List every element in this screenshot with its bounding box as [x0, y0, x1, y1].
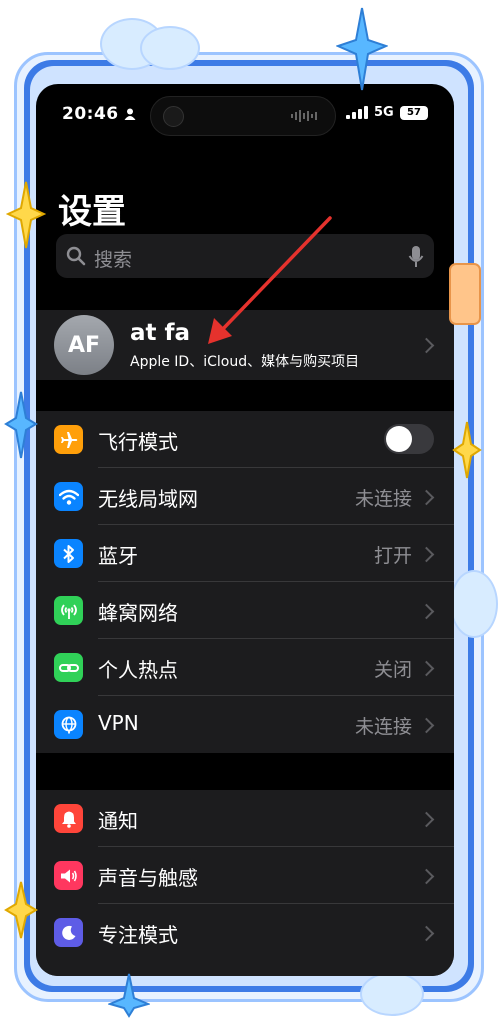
chevron-right-icon — [418, 811, 435, 828]
chevron-right-icon — [418, 660, 435, 677]
row-label: 专注模式 — [98, 923, 178, 947]
row-label: 声音与触感 — [98, 866, 198, 890]
red-annotation-arrow — [208, 216, 332, 344]
row-label: 个人热点 — [98, 658, 178, 682]
bell-icon — [54, 804, 83, 833]
row-label: 蜂窝网络 — [98, 601, 178, 625]
row-notifications[interactable]: 通知 — [36, 790, 454, 847]
airplane-mode-toggle[interactable] — [384, 424, 434, 454]
row-bluetooth[interactable]: 蓝牙 打开 — [36, 525, 454, 582]
chevron-right-icon — [418, 925, 435, 942]
chevron-right-icon — [418, 546, 435, 563]
row-sounds-haptics[interactable]: 声音与触感 — [36, 847, 454, 904]
settings-screen: 20:46 5G 57 设置 搜索 AF at fa Apple ID、iClo… — [36, 84, 454, 976]
connectivity-group: 飞行模式 无线局域网 未连接 蓝牙 打开 蜂窝网络 个人热点 关闭 VPN 未连… — [36, 411, 454, 753]
star-icon — [6, 181, 46, 249]
row-wifi[interactable]: 无线局域网 未连接 — [36, 468, 454, 525]
row-label: 蓝牙 — [98, 544, 138, 568]
notifications-group: 通知 声音与触感 专注模式 — [36, 790, 454, 976]
wifi-icon — [54, 482, 83, 511]
cloud-decoration — [140, 26, 200, 70]
row-value: 未连接 — [354, 488, 412, 510]
row-value: 关闭 — [373, 659, 412, 681]
hotspot-icon — [54, 653, 83, 682]
row-label: VPN — [98, 711, 139, 735]
row-focus[interactable]: 专注模式 — [36, 904, 454, 961]
toggle-knob — [386, 426, 412, 452]
chevron-right-icon — [418, 603, 435, 620]
chevron-right-icon — [418, 489, 435, 506]
row-label: 无线局域网 — [98, 487, 198, 511]
sticker-face-decoration — [449, 263, 481, 325]
row-label: 通知 — [98, 809, 138, 833]
row-value: 未连接 — [354, 716, 412, 738]
row-cellular[interactable]: 蜂窝网络 — [36, 582, 454, 639]
vpn-icon — [54, 710, 83, 739]
cloud-decoration — [450, 570, 498, 638]
row-airplane-mode[interactable]: 飞行模式 — [36, 411, 454, 468]
cellular-icon — [54, 596, 83, 625]
star-icon — [452, 421, 482, 479]
chevron-right-icon — [418, 868, 435, 885]
row-vpn[interactable]: VPN 未连接 — [36, 696, 454, 753]
cloud-decoration — [360, 972, 424, 1016]
row-label: 飞行模式 — [98, 430, 178, 454]
chevron-right-icon — [418, 717, 435, 734]
star-icon — [4, 391, 38, 459]
airplane-icon — [54, 425, 83, 454]
star-icon — [108, 973, 150, 1018]
row-value: 打开 — [373, 545, 412, 567]
star-icon — [4, 881, 38, 939]
bluetooth-icon — [54, 539, 83, 568]
moon-icon — [54, 918, 83, 947]
speaker-icon — [54, 861, 83, 890]
star-icon — [336, 7, 388, 91]
row-personal-hotspot[interactable]: 个人热点 关闭 — [36, 639, 454, 696]
